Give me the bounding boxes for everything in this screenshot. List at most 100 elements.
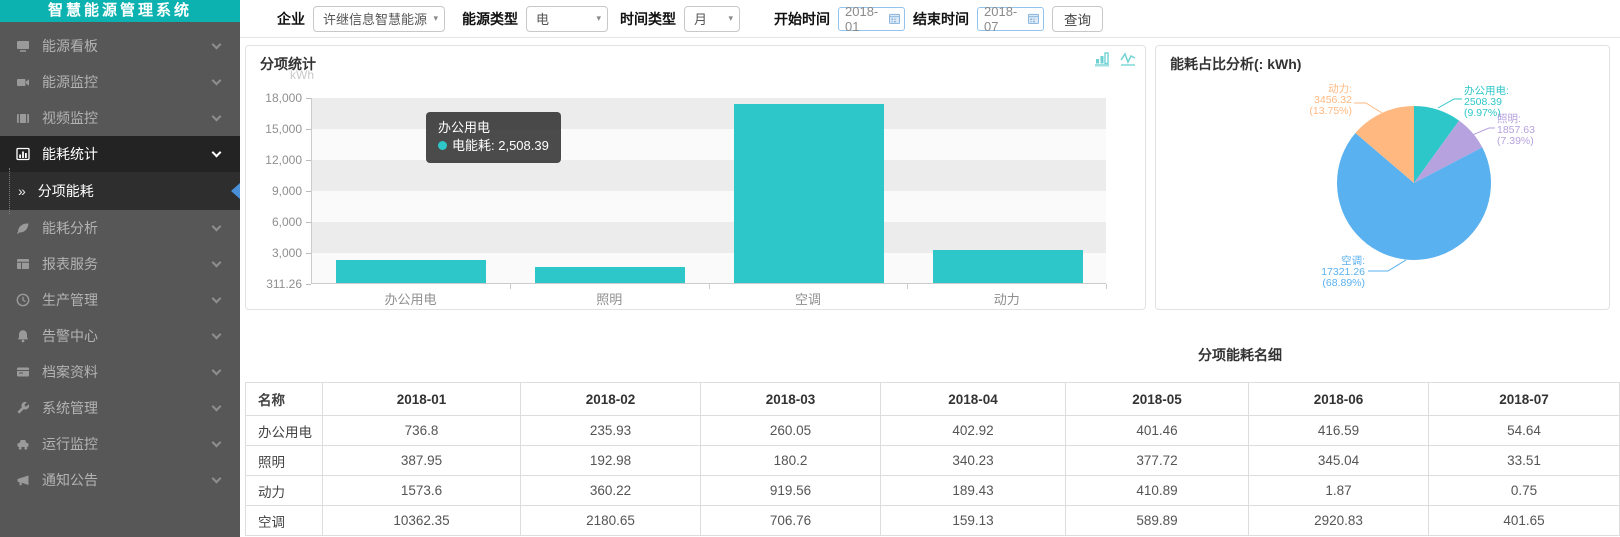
x-tick-mark [1106, 284, 1107, 289]
column-header: 2018-03 [701, 383, 881, 416]
y-tick-label: 15,000 [250, 122, 302, 136]
pie-chart-panel: 能耗占比分析(: kWh) 办公用电:2508.39(9.97%)照明:1857… [1155, 45, 1610, 310]
chevron-down-icon [212, 365, 222, 375]
row-name-cell: 空调 [246, 506, 323, 536]
camera-icon [16, 75, 32, 89]
sidebar-item-energy-stats[interactable]: 能耗统计 [0, 136, 240, 172]
value-cell: 54.64 [1429, 416, 1620, 446]
pie-label: (9.97%) [1464, 107, 1501, 119]
sidebar-item-label: 档案资料 [42, 362, 213, 382]
y-tick-label: 18,000 [250, 91, 302, 105]
value-cell: 387.95 [323, 446, 521, 476]
company-select-value: 许继信息智慧能源 [323, 9, 427, 28]
column-header: 2018-01 [323, 383, 521, 416]
x-category-label: 动力 [907, 289, 1106, 308]
line-chart-toggle-icon[interactable] [1120, 51, 1137, 67]
chevron-down-icon: ▾ [728, 13, 733, 24]
time-type-select-value: 月 [694, 9, 722, 28]
sidebar-item-label: 视频监控 [42, 108, 213, 128]
sidebar-item-system-mgmt[interactable]: 系统管理 [0, 390, 240, 426]
chevron-down-icon: ▾ [596, 13, 601, 24]
sidebar-item-notices[interactable]: 通知公告 [0, 462, 240, 498]
y-tick-label: 6,000 [250, 215, 302, 229]
value-cell: 189.43 [881, 476, 1066, 506]
sidebar-item-operation-monitor[interactable]: 运行监控 [0, 426, 240, 462]
sidebar-item-energy-dashboard[interactable]: 能源看板 [0, 28, 240, 64]
value-cell: 235.93 [521, 416, 701, 446]
filter-toolbar: 企业 许继信息智慧能源 ▾ 能源类型 电 ▾ 时间类型 月 ▾ 开始时间 201… [240, 0, 1620, 38]
pie-label-line [1354, 103, 1382, 113]
chevron-down-icon [212, 293, 222, 303]
value-cell: 410.89 [1066, 476, 1249, 506]
value-cell: 2180.65 [521, 506, 701, 536]
archive-icon [16, 365, 32, 379]
bar[interactable] [734, 104, 884, 283]
time-type-label: 时间类型 [620, 9, 676, 29]
value-cell: 33.51 [1429, 446, 1620, 476]
chevron-down-icon: ▾ [433, 13, 438, 24]
value-cell: 401.46 [1066, 416, 1249, 446]
chevron-down-icon [212, 221, 222, 231]
sidebar-item-alarm-center[interactable]: 告警中心 [0, 318, 240, 354]
bar[interactable] [535, 267, 685, 283]
calendar-icon [1028, 13, 1039, 24]
sidebar-item-video-monitor[interactable]: 视频监控 [0, 100, 240, 136]
calendar-icon [889, 13, 900, 24]
x-category-label: 办公用电 [311, 289, 510, 308]
chevron-down-icon [212, 329, 222, 339]
bar-chart-toggle-icon[interactable] [1094, 51, 1111, 67]
query-button[interactable]: 查询 [1052, 6, 1103, 32]
sidebar-item-report-service[interactable]: 报表服务 [0, 246, 240, 282]
tooltip-title: 办公用电 [438, 119, 549, 137]
sidebar-item-label: 能耗统计 [42, 144, 213, 164]
chevron-down-icon [212, 257, 222, 267]
end-date-input[interactable]: 2018-07 [977, 7, 1044, 31]
start-date-input[interactable]: 2018-01 [838, 7, 905, 31]
value-cell: 706.76 [701, 506, 881, 536]
row-name-cell: 办公用电 [246, 416, 323, 446]
active-marker [231, 183, 240, 199]
table-title: 分项能耗名细 [245, 345, 1620, 365]
y-tick-label: 12,000 [250, 153, 302, 167]
y-tick-label: 311.26 [250, 277, 302, 291]
company-label: 企业 [277, 9, 305, 29]
value-cell: 360.22 [521, 476, 701, 506]
report-icon [16, 257, 32, 271]
sidebar-item-label: 系统管理 [42, 398, 213, 418]
value-cell: 2920.83 [1249, 506, 1429, 536]
chevron-down-icon [212, 147, 222, 157]
row-name-cell: 照明 [246, 446, 323, 476]
sidebar-item-label: 报表服务 [42, 254, 213, 274]
chevron-down-icon [212, 473, 222, 483]
main-content: 企业 许继信息智慧能源 ▾ 能源类型 电 ▾ 时间类型 月 ▾ 开始时间 201… [240, 0, 1620, 537]
sidebar-item-energy-breakdown[interactable]: »分项能耗 [0, 172, 240, 210]
sidebar-item-energy-analysis[interactable]: 能耗分析 [0, 210, 240, 246]
time-type-select[interactable]: 月 ▾ [684, 6, 740, 32]
value-cell: 159.13 [881, 506, 1066, 536]
chevron-down-icon [212, 401, 222, 411]
sidebar-item-archives[interactable]: 档案资料 [0, 354, 240, 390]
column-header: 名称 [246, 383, 323, 416]
table-row: 办公用电736.8235.93260.05402.92401.46416.595… [246, 416, 1620, 446]
pie-label-line [1470, 128, 1495, 136]
sidebar-item-energy-monitor[interactable]: 能源监控 [0, 64, 240, 100]
value-cell: 0.75 [1429, 476, 1620, 506]
megaphone-icon [16, 473, 32, 487]
breakdown-table-section: 分项能耗名细 名称2018-012018-022018-032018-04201… [245, 345, 1620, 536]
bar[interactable] [336, 260, 486, 283]
company-select[interactable]: 许继信息智慧能源 ▾ [313, 6, 445, 32]
breakdown-table: 名称2018-012018-022018-032018-042018-05201… [245, 382, 1620, 536]
chevron-down-icon [212, 111, 222, 121]
value-cell: 10362.35 [323, 506, 521, 536]
bar[interactable] [933, 250, 1083, 283]
column-header: 2018-06 [1249, 383, 1429, 416]
chevron-down-icon [212, 75, 222, 85]
x-category-label: 空调 [709, 289, 908, 308]
sidebar-item-production-mgmt[interactable]: 生产管理 [0, 282, 240, 318]
y-tick-label: 9,000 [250, 184, 302, 198]
film-icon [16, 111, 32, 125]
table-row: 照明387.95192.98180.2340.23377.72345.0433.… [246, 446, 1620, 476]
sidebar-item-label: 运行监控 [42, 434, 213, 454]
y-axis-unit-label: kWh [290, 68, 314, 82]
energy-type-select[interactable]: 电 ▾ [526, 6, 608, 32]
